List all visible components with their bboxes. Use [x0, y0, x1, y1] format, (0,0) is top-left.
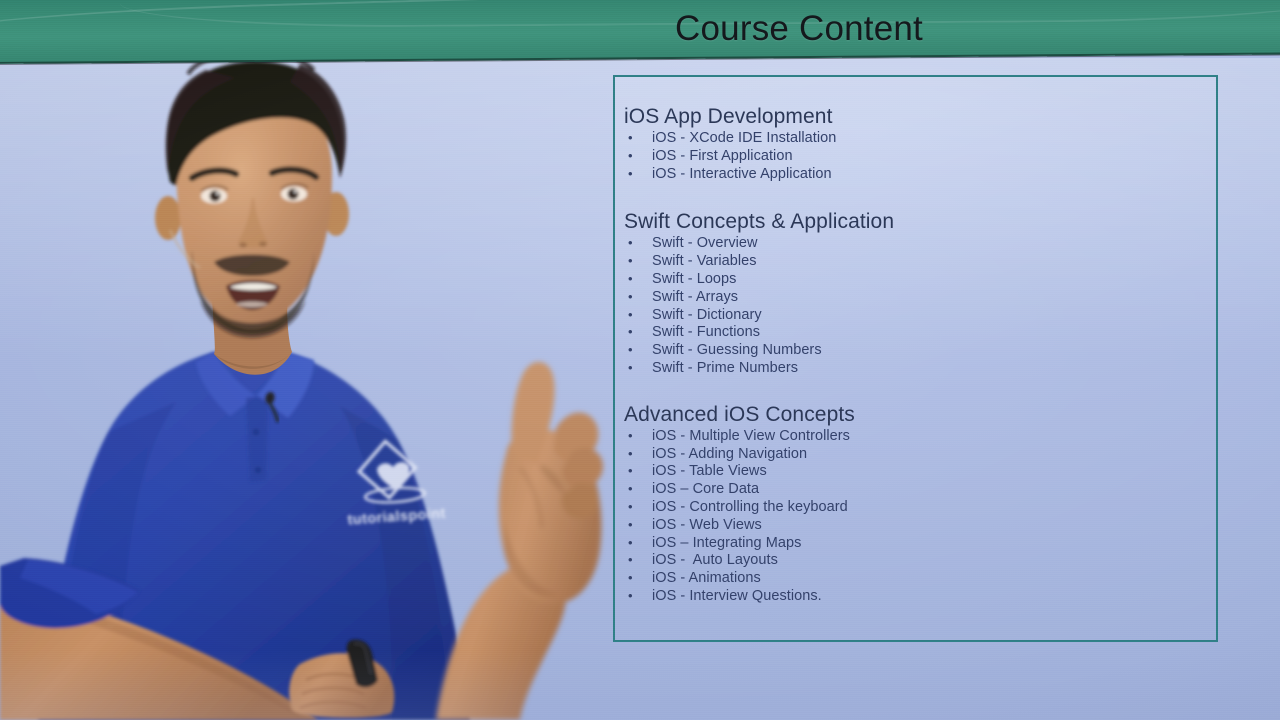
slide-section-advanced-ios: Advanced iOS Concepts iOS - Multiple Vie… — [624, 402, 1214, 606]
presenter: tutorialspoint — [0, 0, 640, 720]
list-item: iOS - Multiple View Controllers — [624, 427, 1214, 446]
slide-content: iOS App Development iOS - XCode IDE Inst… — [624, 104, 1214, 606]
section-item-list: iOS - XCode IDE Installation iOS - First… — [624, 129, 1214, 184]
page-title: Course Content — [675, 9, 923, 48]
list-item: iOS – Integrating Maps — [624, 534, 1214, 553]
section-heading: Advanced iOS Concepts — [624, 402, 855, 426]
list-item: iOS - Table Views — [624, 462, 1214, 481]
slide-section-swift-concepts: Swift Concepts & Application Swift - Ove… — [624, 209, 1214, 377]
list-item: Swift - Variables — [624, 252, 1214, 271]
list-item: Swift - Prime Numbers — [624, 359, 1214, 378]
list-item: iOS - Auto Layouts — [624, 551, 1214, 570]
list-item: iOS - Interview Questions. — [624, 587, 1214, 606]
list-item: iOS - Controlling the keyboard — [624, 498, 1214, 517]
list-item: Swift - Dictionary — [624, 306, 1214, 325]
list-item: iOS - First Application — [624, 147, 1214, 166]
video-frame: tutorialspoint iOS App Development iOS -… — [0, 0, 1280, 720]
list-item: iOS - Adding Navigation — [624, 445, 1214, 464]
list-item: iOS - Web Views — [624, 516, 1214, 535]
presenter-head — [155, 53, 349, 338]
list-item: Swift - Guessing Numbers — [624, 341, 1214, 360]
list-item: Swift - Overview — [624, 234, 1214, 253]
section-item-list: iOS - Multiple View Controllers iOS - Ad… — [624, 427, 1214, 606]
slide-section-ios-app-development: iOS App Development iOS - XCode IDE Inst… — [624, 104, 1214, 183]
list-item: iOS - Interactive Application — [624, 165, 1214, 184]
list-item: iOS - Animations — [624, 569, 1214, 588]
section-heading: Swift Concepts & Application — [624, 210, 895, 234]
section-item-list: Swift - Overview Swift - Variables Swift… — [624, 234, 1214, 378]
list-item: Swift - Loops — [624, 270, 1214, 289]
list-item: Swift - Arrays — [624, 288, 1214, 307]
presenter-gesturing-hand — [436, 361, 604, 720]
list-item: iOS – Core Data — [624, 480, 1214, 499]
section-heading: iOS App Development — [624, 105, 833, 128]
list-item: Swift - Functions — [624, 323, 1214, 342]
list-item: iOS - XCode IDE Installation — [624, 129, 1214, 148]
